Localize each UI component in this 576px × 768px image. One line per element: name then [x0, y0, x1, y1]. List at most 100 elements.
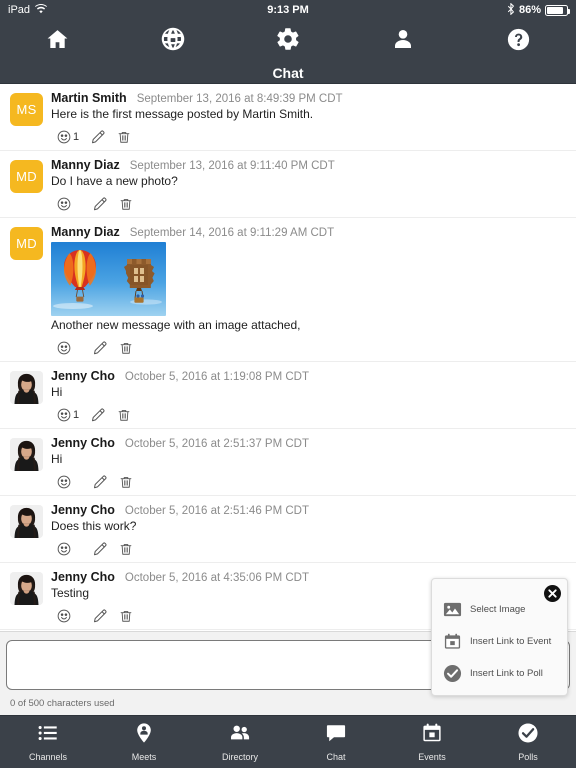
topnav-settings-button[interactable] — [258, 20, 318, 63]
topnav-globe-button[interactable] — [143, 20, 203, 63]
message-text: Hi — [51, 452, 63, 466]
message-body: Jenny Cho October 5, 2016 at 1:19:08 PM C… — [51, 369, 566, 428]
trash-icon[interactable] — [113, 606, 139, 625]
close-icon[interactable] — [544, 585, 561, 602]
message-action-row: 1 — [51, 405, 566, 424]
character-count-label: 0 of 500 characters used — [10, 698, 115, 709]
message-list[interactable]: MS Martin Smith September 13, 2016 at 8:49… — [0, 84, 576, 631]
pencil-icon[interactable] — [85, 405, 111, 424]
message-author: Jenny Cho — [51, 503, 115, 517]
status-bar-right: 86% — [507, 2, 570, 18]
tab-label: Polls — [518, 752, 538, 762]
question-mark-icon — [506, 27, 531, 57]
message-action-row — [51, 539, 566, 558]
message-item[interactable]: MS Martin Smith September 13, 2016 at 8:49… — [0, 84, 576, 151]
tab-channels[interactable]: Channels — [0, 716, 96, 768]
message-text: Hi — [51, 385, 63, 399]
select-image-label: Select Image — [470, 603, 526, 615]
message-text: Another new message with an image attach… — [51, 318, 301, 332]
smiley-face-icon[interactable] — [51, 606, 77, 625]
message-timestamp: September 14, 2016 at 9:11:29 AM CDT — [129, 227, 335, 239]
message-item[interactable]: Jenny Cho October 5, 2016 at 1:19:08 PM C… — [0, 362, 576, 429]
message-author: Manny Diaz — [51, 225, 120, 239]
message-header: Jenny Cho October 5, 2016 at 2:51:46 PM C… — [51, 503, 566, 517]
message-timestamp: September 13, 2016 at 8:49:39 PM CDT — [136, 93, 343, 105]
pencil-icon[interactable] — [87, 194, 113, 213]
message-header: Manny Diaz September 13, 2016 at 9:11:40 … — [51, 158, 566, 172]
pencil-icon[interactable] — [85, 127, 111, 146]
message-header: Martin Smith September 13, 2016 at 8:49:3… — [51, 91, 566, 105]
trash-icon[interactable] — [113, 539, 139, 558]
message-action-row — [51, 194, 566, 213]
reaction-count: 1 — [73, 130, 80, 143]
message-body: Manny Diaz September 14, 2016 at 9:11:29 … — [51, 225, 566, 361]
tab-events[interactable]: Events — [384, 716, 480, 768]
tab-label: Channels — [28, 752, 68, 762]
battery-percent-label: 86% — [518, 4, 541, 16]
message-attached-image[interactable] — [51, 242, 166, 316]
message-item[interactable]: MD Manny Diaz September 14, 2016 at 9:11:2… — [0, 218, 576, 362]
avatar — [10, 438, 43, 471]
message-timestamp: September 13, 2016 at 9:11:40 PM CDT — [129, 160, 335, 172]
pencil-icon[interactable] — [87, 606, 113, 625]
page-title: Chat — [0, 63, 576, 84]
trash-icon[interactable] — [111, 405, 137, 424]
trash-icon[interactable] — [113, 338, 139, 357]
avatar-initials: MS — [10, 93, 43, 126]
check-circle-icon — [517, 722, 539, 749]
tab-chat[interactable]: Chat — [288, 716, 384, 768]
device-name: iPad — [8, 4, 31, 16]
tab-meets[interactable]: Meets — [96, 716, 192, 768]
message-body: Jenny Cho October 5, 2016 at 2:51:37 PM C… — [51, 436, 566, 495]
tab-label: Chat — [326, 752, 346, 762]
message-header: Jenny Cho October 5, 2016 at 2:51:37 PM C… — [51, 436, 566, 450]
topnav-home-button[interactable] — [28, 20, 88, 63]
message-item[interactable]: MD Manny Diaz September 13, 2016 at 9:11:4… — [0, 151, 576, 218]
avatar — [10, 572, 43, 605]
smiley-face-icon[interactable] — [51, 338, 77, 357]
trash-icon[interactable] — [113, 472, 139, 491]
status-bar-left: iPad — [8, 3, 48, 17]
insert-link-to-event-menu-item[interactable]: Insert Link to Event — [432, 625, 567, 657]
tab-directory[interactable]: Directory — [192, 716, 288, 768]
message-author: Manny Diaz — [51, 158, 120, 172]
insert-link-to-poll-label: Insert Link to Poll — [470, 667, 543, 679]
app-root: iPad 9:13 PM 86% Chat MS Martin Smith Se… — [0, 0, 576, 768]
message-author: Martin Smith — [51, 91, 127, 105]
message-body: Manny Diaz September 13, 2016 at 9:11:40 … — [51, 158, 566, 217]
smiley-face-icon[interactable] — [51, 472, 77, 491]
message-author: Jenny Cho — [51, 369, 115, 383]
message-item[interactable]: Jenny Cho October 5, 2016 at 2:51:37 PM C… — [0, 429, 576, 496]
message-item[interactable]: Jenny Cho October 5, 2016 at 2:51:46 PM C… — [0, 496, 576, 563]
person-icon — [391, 27, 415, 56]
trash-icon[interactable] — [113, 194, 139, 213]
bottom-tab-bar: Channels Meets Directory Chat Events Polls — [0, 715, 576, 768]
gear-icon — [275, 26, 301, 57]
pencil-icon[interactable] — [87, 539, 113, 558]
pencil-icon[interactable] — [87, 472, 113, 491]
pencil-icon[interactable] — [87, 338, 113, 357]
tab-polls[interactable]: Polls — [480, 716, 576, 768]
trash-icon[interactable] — [111, 127, 137, 146]
image-icon — [443, 600, 462, 619]
calendar-icon — [421, 722, 443, 749]
wifi-icon — [35, 3, 48, 17]
topnav-profile-button[interactable] — [373, 20, 433, 63]
message-action-row: 1 — [51, 127, 566, 146]
insert-link-to-poll-menu-item[interactable]: Insert Link to Poll — [432, 657, 567, 689]
message-header: Jenny Cho October 5, 2016 at 1:19:08 PM C… — [51, 369, 566, 383]
message-author: Jenny Cho — [51, 436, 115, 450]
smiley-face-icon[interactable] — [51, 539, 77, 558]
smiley-face-icon[interactable] — [51, 194, 77, 213]
message-body: Martin Smith September 13, 2016 at 8:49:3… — [51, 91, 566, 150]
check-circle-icon — [443, 664, 462, 683]
ios-status-bar: iPad 9:13 PM 86% — [0, 0, 576, 20]
message-author: Jenny Cho — [51, 570, 115, 584]
list-icon — [37, 722, 59, 749]
speech-bubble-icon — [325, 722, 347, 749]
message-timestamp: October 5, 2016 at 2:51:46 PM CDT — [124, 505, 310, 517]
topnav-help-button[interactable] — [488, 20, 548, 63]
tab-label: Events — [418, 752, 446, 762]
status-bar-clock: 9:13 PM — [267, 4, 309, 16]
home-icon — [45, 27, 70, 57]
